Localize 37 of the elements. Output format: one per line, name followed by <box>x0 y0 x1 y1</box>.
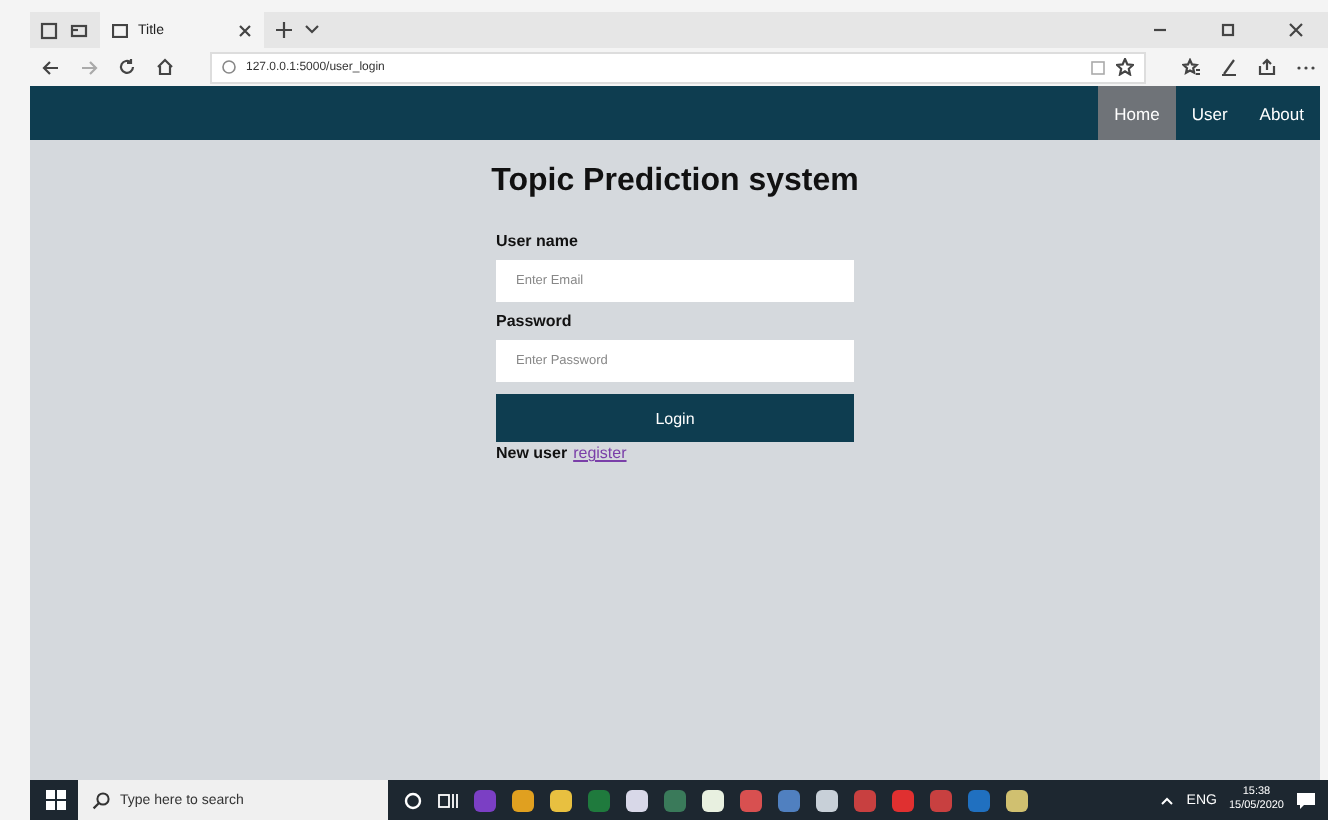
app-icon[interactable] <box>626 789 648 811</box>
app-icon[interactable] <box>512 789 534 811</box>
register-link[interactable]: register <box>573 444 627 462</box>
field-label: User name <box>496 232 580 250</box>
star-icon[interactable] <box>1116 58 1134 76</box>
pen-icon[interactable] <box>1220 58 1238 76</box>
app-icon[interactable] <box>550 789 572 811</box>
back-icon[interactable] <box>42 59 60 75</box>
search-icon <box>92 791 110 809</box>
notification-icon[interactable] <box>1296 791 1316 809</box>
windows-icon[interactable] <box>46 790 66 810</box>
new-tab-icon[interactable] <box>276 22 292 38</box>
field-label: Password <box>496 312 574 330</box>
chevron-icon[interactable] <box>304 24 320 36</box>
tab-actions-icon[interactable] <box>70 21 88 39</box>
login-button[interactable]: Login <box>496 394 854 442</box>
cortana-icon[interactable] <box>404 791 422 809</box>
refresh-icon[interactable] <box>118 58 136 76</box>
share-icon[interactable] <box>1258 58 1276 76</box>
page-heading: Topic Prediction system <box>491 164 859 200</box>
app-icon[interactable] <box>1006 789 1028 811</box>
nav-link[interactable]: About <box>1243 86 1320 140</box>
close-icon[interactable] <box>1288 22 1304 38</box>
chevron-up-icon[interactable] <box>1160 795 1175 805</box>
home-icon[interactable] <box>156 58 174 76</box>
app-icon[interactable] <box>702 789 724 811</box>
app-icon[interactable] <box>816 789 838 811</box>
more-icon[interactable] <box>1296 63 1316 71</box>
close-icon[interactable] <box>238 23 252 37</box>
maximize-icon[interactable] <box>1220 22 1236 38</box>
nav-link[interactable]: User <box>1175 86 1244 140</box>
page-icon <box>112 23 128 37</box>
favorites-icon[interactable] <box>1182 58 1200 76</box>
new-user-text: New user <box>496 444 568 462</box>
task-view-icon[interactable] <box>438 791 458 809</box>
nav-link[interactable]: Home <box>1098 86 1176 140</box>
tab-actions-icon[interactable] <box>40 21 58 39</box>
